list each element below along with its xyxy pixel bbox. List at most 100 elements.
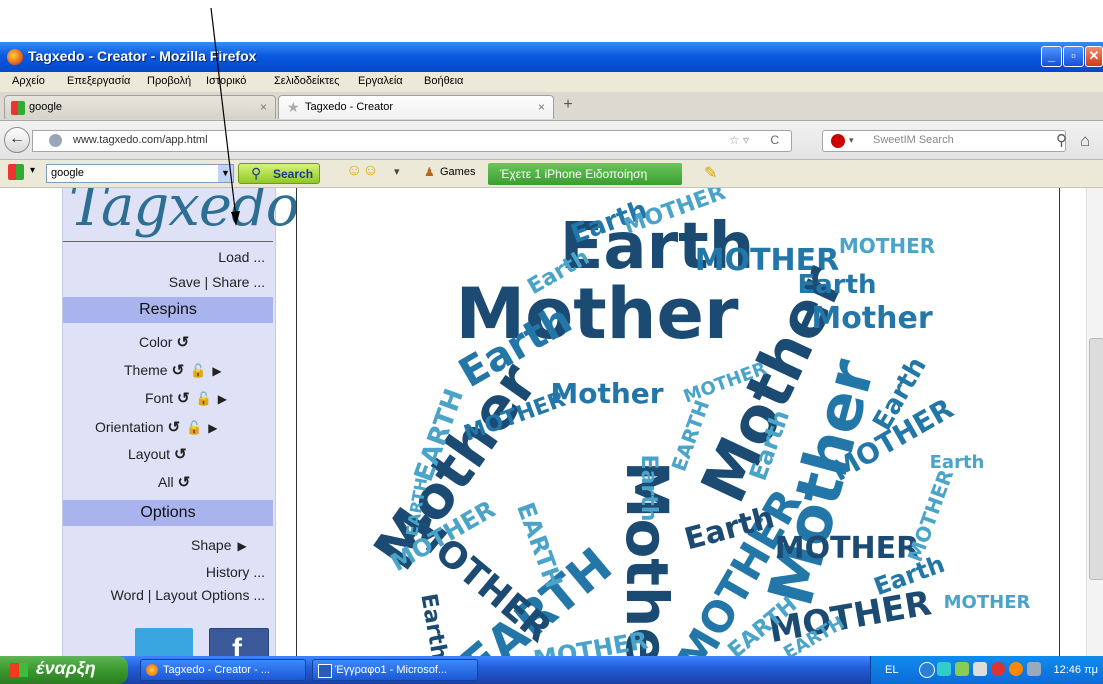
iphone-notification-button[interactable]: Έχετε 1 iPhone Ειδοποίηση <box>488 163 682 185</box>
window-title-bar[interactable]: Tagxedo - Creator - Mozilla Firefox _ ▫ … <box>0 42 1103 72</box>
volume-icon[interactable] <box>973 662 987 676</box>
chevron-down-icon[interactable]: ▼ <box>218 165 233 182</box>
play-arrow-icon[interactable]: ▶ <box>208 421 217 435</box>
search-box[interactable]: ▾ SweetIM Search ⚲ <box>822 130 1067 152</box>
language-indicator[interactable]: EL <box>885 664 898 676</box>
word-layout-options-link[interactable]: Word | Layout Options ... <box>111 587 265 603</box>
word-document-icon <box>318 664 332 678</box>
games-icon: ♟ <box>424 165 435 179</box>
reload-icon[interactable]: C <box>770 133 779 147</box>
start-label: έναρξη <box>36 658 96 678</box>
url-bar[interactable]: www.tagxedo.com/app.html ☆ ▿ C <box>32 130 792 152</box>
messenger-icon[interactable] <box>1009 662 1023 676</box>
wordcloud-word: MOTHER <box>775 531 920 566</box>
games-button[interactable]: Games <box>440 166 475 178</box>
display-icon[interactable] <box>1027 662 1041 676</box>
respin-icon[interactable]: ↺ <box>174 445 187 463</box>
search-button-label: Search <box>273 167 314 181</box>
respin-color[interactable]: Color ↺ <box>139 333 189 351</box>
magnifier-icon[interactable]: ⚲ <box>1056 131 1067 149</box>
respin-icon[interactable]: ↺ <box>176 333 189 351</box>
wordcloud-word: Mother <box>550 377 663 410</box>
start-button[interactable]: έναρξη <box>0 656 128 684</box>
wordcloud-canvas[interactable]: Earth Mother MOTHER Earth Mother Mother Mother… <box>296 188 1060 656</box>
scrollbar-thumb[interactable] <box>1089 338 1103 580</box>
vertical-scrollbar[interactable] <box>1086 188 1103 656</box>
chevron-down-icon[interactable]: ▾ <box>30 165 35 176</box>
unlock-icon[interactable]: 🔓 <box>190 363 206 379</box>
respin-icon[interactable]: ↺ <box>177 389 190 407</box>
bookmark-star-icon[interactable]: ☆ ▿ <box>729 133 749 147</box>
respin-icon[interactable]: ↺ <box>167 418 180 436</box>
new-tab-button[interactable]: + <box>556 96 580 118</box>
respin-layout[interactable]: Layout ↺ <box>128 445 187 463</box>
menu-bookmarks[interactable]: Σελιδοδείκτες <box>274 75 339 87</box>
navigation-bar: www.tagxedo.com/app.html ☆ ▿ C ← ▾ Sweet… <box>0 121 1103 160</box>
respin-theme[interactable]: Theme ↺ 🔓 ▶ <box>124 361 222 379</box>
menu-tools[interactable]: Εργαλεία <box>358 75 403 87</box>
respin-theme-label: Theme <box>124 362 168 378</box>
play-arrow-icon[interactable]: ▶ <box>218 392 227 406</box>
toolbar-search-combo[interactable]: google ▼ <box>46 164 234 183</box>
unlock-icon[interactable]: 🔓 <box>196 391 212 407</box>
wordcloud-word: Mother <box>811 301 933 336</box>
pencil-icon[interactable]: ✎ <box>704 163 717 183</box>
history-link[interactable]: History ... <box>206 564 265 580</box>
unlock-icon[interactable]: 🔓 <box>186 420 202 436</box>
respin-icon[interactable]: ↺ <box>178 473 191 491</box>
task-firefox[interactable]: Tagxedo - Creator - ... <box>140 659 306 681</box>
tagxedo-logo: Tagxedo <box>69 188 300 239</box>
toolbar-logo-icon[interactable] <box>8 164 24 180</box>
tab-google[interactable]: google × <box>4 95 276 119</box>
menu-bar: Αρχείο Επεξεργασία Προβολή Ιστορικό Σελι… <box>0 72 1103 93</box>
windows-taskbar: έναρξη Tagxedo - Creator - ... Έγγραφο1 … <box>0 656 1103 684</box>
tagxedo-sidebar: Tagxedo Load ... Save | Share ... Respin… <box>62 188 300 656</box>
respin-orientation[interactable]: Orientation ↺ 🔓 ▶ <box>95 418 217 436</box>
respin-icon[interactable]: ↺ <box>172 361 185 379</box>
menu-file[interactable]: Αρχείο <box>12 75 45 87</box>
page-content: Tagxedo Load ... Save | Share ... Respin… <box>0 188 1103 656</box>
back-chevron-icon[interactable] <box>919 662 935 678</box>
shape-option[interactable]: Shape ▶ <box>191 537 247 553</box>
maximize-button[interactable]: ▫ <box>1063 46 1084 67</box>
respin-color-label: Color <box>139 334 173 350</box>
network-icon[interactable] <box>937 662 951 676</box>
chevron-down-icon[interactable]: ▾ <box>849 135 854 146</box>
options-header: Options <box>63 500 273 526</box>
antivirus-icon[interactable] <box>991 662 1005 676</box>
toolbar-search-button[interactable]: ⚲ Search <box>238 163 320 184</box>
tab-tagxedo-creator[interactable]: ★ Tagxedo - Creator × <box>278 95 554 119</box>
respin-font-label: Font <box>145 390 174 406</box>
twitter-icon[interactable] <box>135 628 193 656</box>
close-window-button[interactable]: ✕ <box>1085 46 1103 67</box>
tab-close-icon[interactable]: × <box>260 100 267 114</box>
load-link[interactable]: Load ... <box>218 249 265 265</box>
smiley-icon[interactable]: ☺☺ <box>346 162 379 180</box>
respin-font[interactable]: Font ↺ 🔓 ▶ <box>145 389 227 407</box>
play-arrow-icon[interactable]: ▶ <box>212 364 221 378</box>
shape-label: Shape <box>191 537 232 553</box>
wordcloud-word: Earth <box>930 452 985 473</box>
save-share-link[interactable]: Save | Share ... <box>169 274 265 290</box>
menu-history[interactable]: Ιστορικό <box>206 75 246 87</box>
tab-strip: google × ★ Tagxedo - Creator × + <box>0 92 1103 121</box>
chevron-down-icon[interactable]: ▾ <box>394 165 400 178</box>
menu-edit[interactable]: Επεξεργασία <box>67 75 130 87</box>
task-word[interactable]: Έγγραφο1 - Microsof... <box>312 659 478 681</box>
back-button[interactable]: ← <box>4 127 30 153</box>
clock: 12:46 πμ <box>1053 664 1098 676</box>
play-arrow-icon[interactable]: ▶ <box>237 539 246 553</box>
tab-close-icon[interactable]: × <box>538 100 545 114</box>
tray-app-icon[interactable] <box>955 662 969 676</box>
notification-label: Έχετε 1 iPhone Ειδοποίηση <box>500 167 648 181</box>
facebook-icon[interactable]: f <box>209 628 269 656</box>
addon-toolbar: ▾ google ▼ ⚲ Search ☺☺ ▾ ♟ Games Έχετε 1… <box>0 160 1103 188</box>
respin-all[interactable]: All ↺ <box>158 473 190 491</box>
google-favicon-icon <box>11 101 25 115</box>
minimize-button[interactable]: _ <box>1041 46 1062 67</box>
home-icon[interactable]: ⌂ <box>1080 131 1090 151</box>
search-engine-icon[interactable] <box>831 134 845 148</box>
menu-view[interactable]: Προβολή <box>147 75 191 87</box>
respin-layout-label: Layout <box>128 446 171 462</box>
menu-help[interactable]: Βοήθεια <box>424 75 463 87</box>
